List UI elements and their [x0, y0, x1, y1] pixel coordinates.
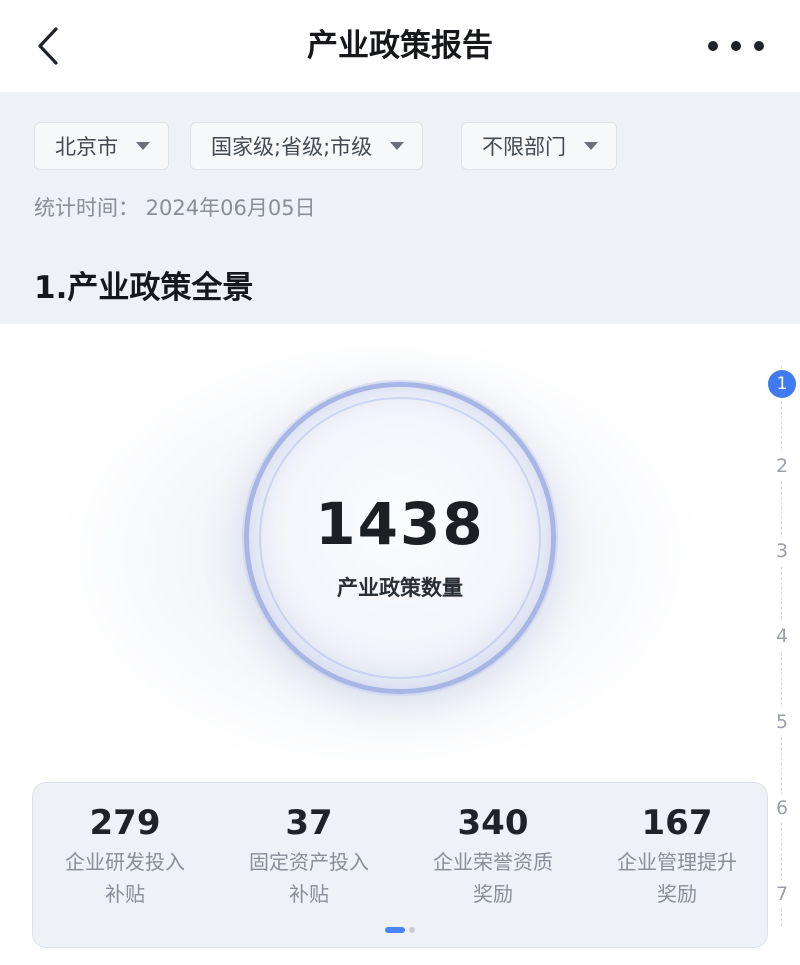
back-button[interactable] — [26, 22, 70, 70]
caret-down-icon — [136, 142, 150, 150]
stats-card[interactable]: 279 企业研发投入 补贴 37 固定资产投入 补贴 340 企业荣誉资质 奖励… — [32, 782, 768, 948]
region-filter-label: 北京市 — [55, 135, 118, 159]
stat-value: 340 — [457, 803, 529, 843]
stat-label: 企业荣誉资质 — [433, 850, 553, 874]
stat-value: 37 — [285, 803, 333, 843]
department-filter[interactable]: 不限部门 — [461, 122, 617, 170]
stat-label: 奖励 — [473, 882, 513, 906]
level-filter-label: 国家级;省级;市级 — [211, 135, 373, 159]
pager-item-2[interactable]: 2 — [768, 452, 796, 480]
pager-item-7[interactable]: 7 — [768, 880, 796, 908]
stat-time: 统计时间： 2024年06月05日 — [34, 196, 316, 220]
pager-item-3[interactable]: 3 — [768, 537, 796, 565]
stat-label: 固定资产投入 — [249, 850, 369, 874]
region-filter[interactable]: 北京市 — [34, 122, 169, 170]
stat-label: 企业研发投入 — [65, 850, 185, 874]
stat-honor-reward[interactable]: 340 企业荣誉资质 奖励 — [401, 801, 585, 909]
stat-label: 补贴 — [105, 882, 145, 906]
stat-label: 企业管理提升 — [617, 850, 737, 874]
section-pager: 1 2 3 4 5 6 7 — [764, 366, 800, 926]
page-title: 产业政策报告 — [307, 28, 493, 64]
more-dots-icon — [708, 41, 718, 51]
policy-count-label: 产业政策数量 — [337, 576, 463, 600]
pager-item-6[interactable]: 6 — [768, 794, 796, 822]
level-filter[interactable]: 国家级;省级;市级 — [190, 122, 424, 170]
section-title: 1.产业政策全景 — [34, 270, 254, 306]
carousel-indicator — [33, 927, 767, 933]
chevron-left-icon — [38, 27, 58, 65]
caret-down-icon — [390, 142, 405, 150]
stat-value: 167 — [641, 803, 713, 843]
more-button[interactable] — [708, 30, 764, 62]
stat-management-reward[interactable]: 167 企业管理提升 奖励 — [585, 801, 769, 909]
caret-down-icon — [584, 142, 598, 150]
stat-fixed-asset-subsidy[interactable]: 37 固定资产投入 补贴 — [217, 801, 401, 909]
filter-area: 北京市 国家级;省级;市级 不限部门 统计时间： 2024年06月05日 1.产… — [0, 92, 800, 324]
policy-overview-hero: 1438 产业政策数量 — [0, 324, 760, 794]
pager-item-1[interactable]: 1 — [768, 370, 796, 398]
carousel-dot[interactable] — [409, 927, 415, 933]
carousel-dot-active[interactable] — [385, 927, 405, 933]
pager-item-4[interactable]: 4 — [768, 622, 796, 650]
stat-label: 奖励 — [657, 882, 697, 906]
policy-count: 1438 — [315, 490, 485, 558]
pager-item-5[interactable]: 5 — [768, 708, 796, 736]
stat-value: 279 — [89, 803, 161, 843]
department-filter-label: 不限部门 — [482, 135, 566, 159]
nav-bar: 产业政策报告 — [0, 0, 800, 92]
stat-rd-subsidy[interactable]: 279 企业研发投入 补贴 — [33, 801, 217, 909]
stat-label: 补贴 — [289, 882, 329, 906]
